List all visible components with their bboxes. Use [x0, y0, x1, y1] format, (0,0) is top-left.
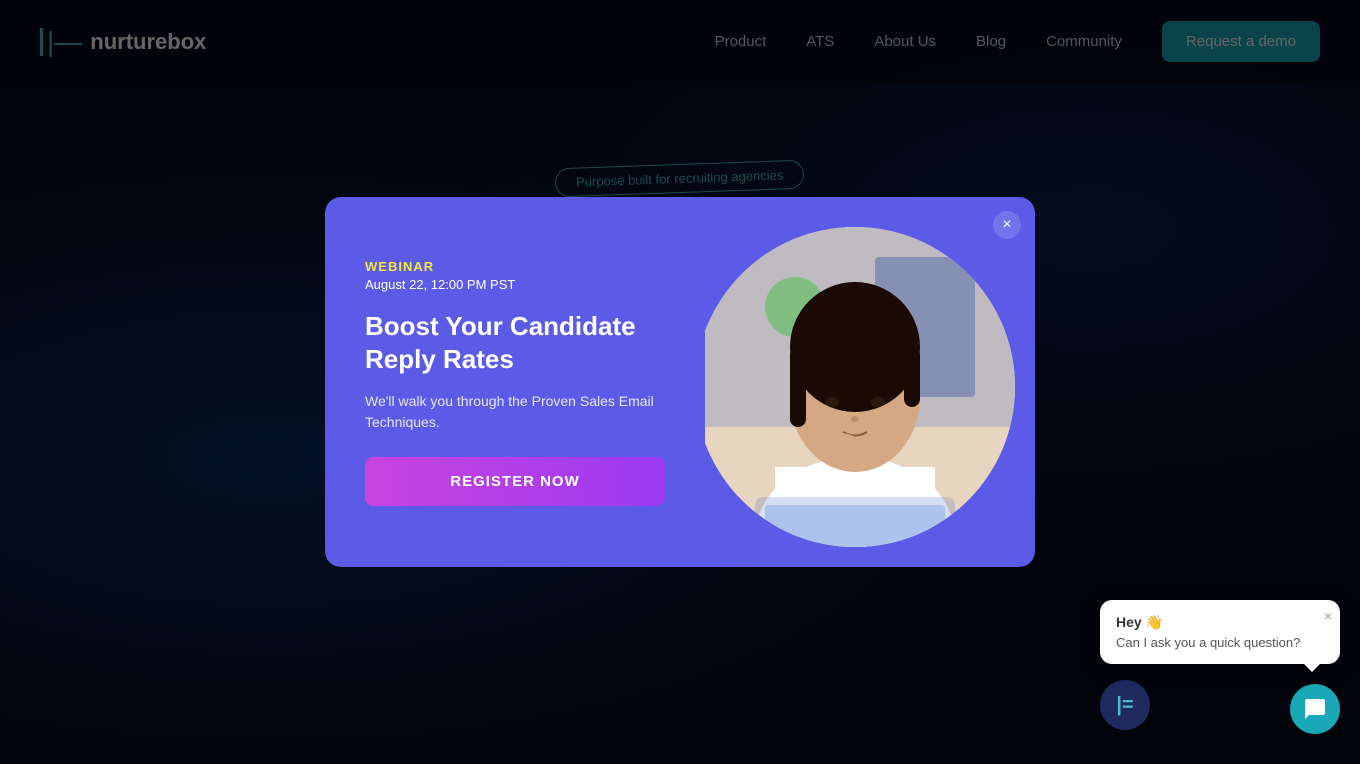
modal-image-area — [705, 197, 1035, 567]
chat-icon — [1303, 697, 1327, 721]
chat-logo-symbol: |= — [1116, 694, 1133, 717]
person-illustration — [705, 227, 1015, 547]
modal-photo-circle — [705, 227, 1015, 547]
register-now-button[interactable]: REGISTER NOW — [365, 457, 665, 506]
modal-tag: WEBINAR — [365, 259, 434, 274]
chat-question: Can I ask you a quick question? — [1116, 635, 1324, 650]
chat-close-button[interactable]: × — [1324, 608, 1332, 624]
chat-bubble-arrow — [1304, 664, 1320, 672]
webinar-modal: WEBINAR August 22, 12:00 PM PST Boost Yo… — [325, 197, 1035, 567]
chat-bubble: × Hey 👋 Can I ask you a quick question? — [1100, 600, 1340, 664]
modal-description: We'll walk you through the Proven Sales … — [365, 391, 665, 433]
chat-open-button[interactable] — [1290, 684, 1340, 734]
modal-date: August 22, 12:00 PM PST — [365, 277, 515, 292]
modal-title: Boost Your Candidate Reply Rates — [365, 310, 665, 375]
chat-logo-icon[interactable]: |= — [1100, 680, 1150, 730]
chat-widget: × Hey 👋 Can I ask you a quick question? … — [1100, 600, 1340, 734]
chat-greeting: Hey 👋 — [1116, 614, 1324, 631]
modal-content-left: WEBINAR August 22, 12:00 PM PST Boost Yo… — [325, 197, 705, 567]
modal-close-button[interactable]: × — [993, 211, 1021, 239]
